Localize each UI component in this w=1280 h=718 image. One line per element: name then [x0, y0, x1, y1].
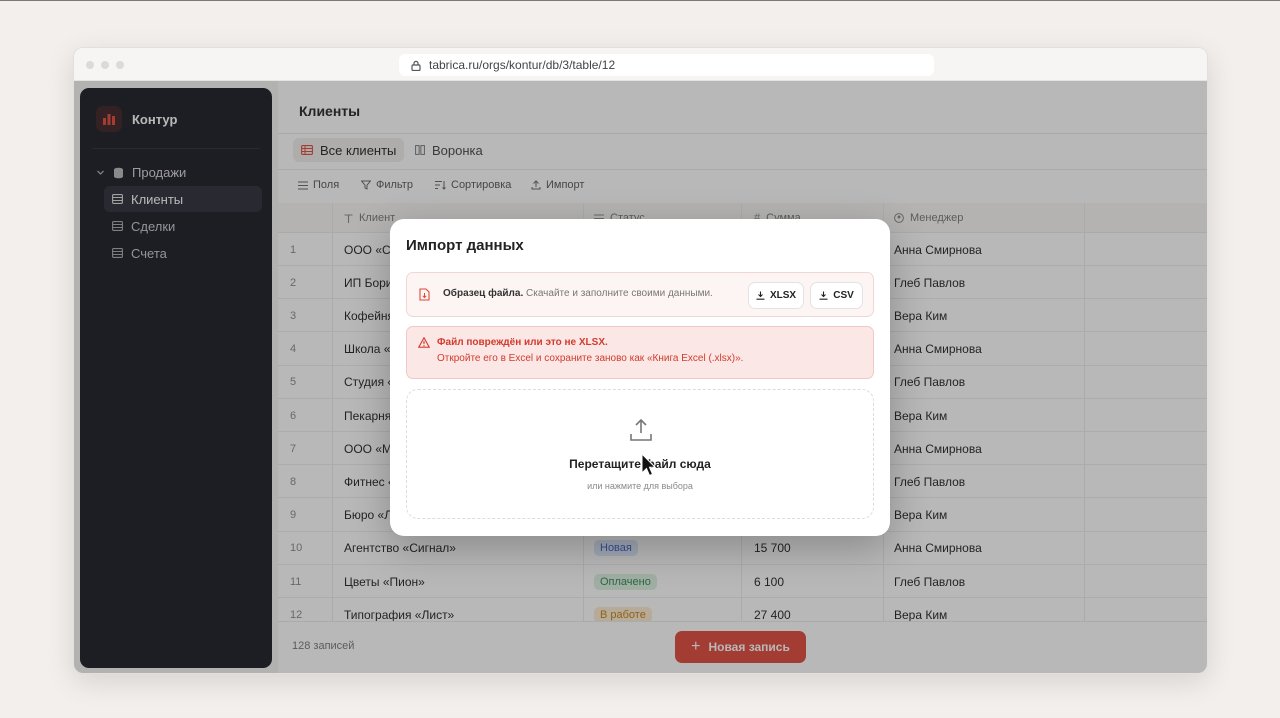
sample-title: Образец файла. [443, 288, 524, 299]
download-xlsx-label: XLSX [769, 290, 797, 301]
error-message: Откройте его в Excel и сохраните заново … [437, 353, 744, 364]
address-bar[interactable]: tabrica.ru/orgs/kontur/db/3/table/12 [399, 54, 934, 76]
sample-text: Образец файла. Скачайте и заполните свои… [443, 288, 713, 299]
file-drop-zone[interactable]: Перетащите файл сюда или нажмите для выб… [406, 389, 874, 519]
download-csv-button[interactable]: CSV [810, 282, 863, 309]
warning-icon [418, 337, 430, 348]
download-xlsx-button[interactable]: XLSX [748, 282, 804, 309]
window-close-dot[interactable] [86, 61, 94, 69]
upload-icon [630, 418, 652, 441]
url-text: tabrica.ru/orgs/kontur/db/3/table/12 [429, 58, 616, 72]
download-csv-label: CSV [833, 290, 854, 301]
window-minimize-dot[interactable] [101, 61, 109, 69]
sample-file-panel: Образец файла. Скачайте и заполните свои… [406, 272, 874, 317]
drop-zone-hint: или нажмите для выбора [587, 481, 693, 491]
lock-icon [411, 60, 421, 71]
window-zoom-dot[interactable] [116, 61, 124, 69]
mouse-cursor-icon [641, 453, 656, 477]
modal-title: Импорт данных [406, 237, 524, 254]
file-download-icon [419, 288, 430, 301]
error-alert: Файл повреждён или это не XLSX. Откройте… [406, 326, 874, 379]
download-icon [819, 291, 828, 300]
error-title: Файл повреждён или это не XLSX. [437, 337, 608, 348]
sample-description: Скачайте и заполните своими данными. [526, 288, 713, 299]
browser-chrome: tabrica.ru/orgs/kontur/db/3/table/12 [74, 48, 1207, 81]
top-border [0, 0, 1280, 1]
drop-zone-title: Перетащите файл сюда [569, 457, 711, 471]
download-icon [756, 291, 765, 300]
import-modal: Импорт данных Образец файла. Скачайте и … [390, 219, 890, 536]
